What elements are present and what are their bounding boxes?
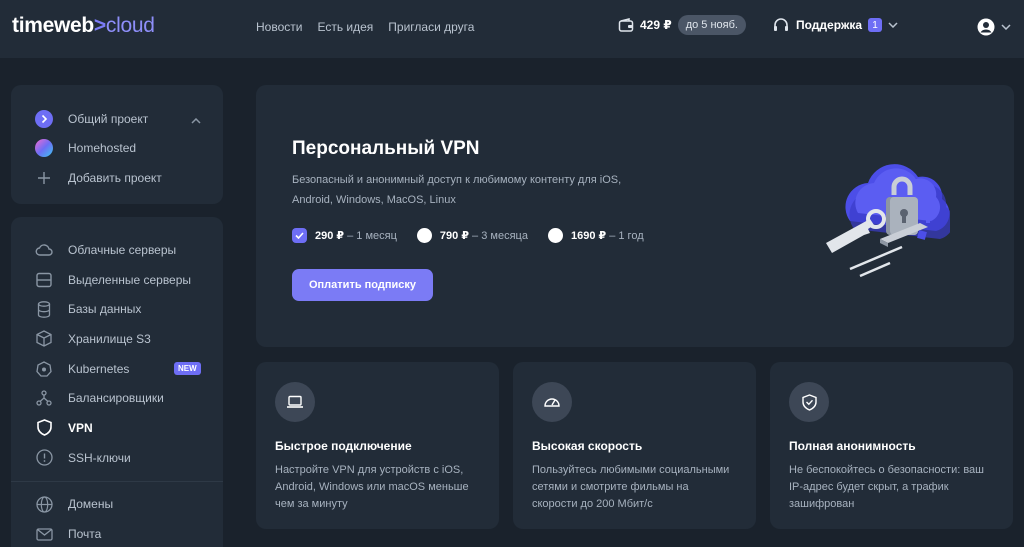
sidebar-item-balancers[interactable]: Балансировщики [11,383,223,413]
chevron-down-icon [1001,24,1011,30]
support-count-badge: 1 [868,18,883,32]
top-bar: timeweb>cloud Новости Есть идея Пригласи… [0,0,1024,58]
logo-cloud: cloud [105,14,155,37]
mail-icon [35,525,53,543]
plan-option-1-month[interactable]: 290 ₽ – 1 месяц [292,228,397,243]
chevron-down-icon [888,22,898,28]
laptop-icon [275,382,315,422]
sidebar-item-databases[interactable]: Базы данных [11,294,223,324]
sidebar-item-label: Kubernetes [68,361,130,376]
project-switcher: Общий проект Homehosted Добавить проект [11,85,223,204]
project-item-general[interactable]: Общий проект [11,104,223,134]
balance-until-badge: до 5 нояб. [677,15,746,35]
shield-check-icon [789,382,829,422]
feature-text: Настройте VPN для устройств с iOS, Andro… [275,464,469,510]
cube-icon [35,330,53,348]
plan-period: – 3 месяца [469,230,528,242]
feature-card-high-speed: Высокая скорость Пользуйтесь любимыми со… [513,362,756,529]
logo-arrow: > [93,14,106,37]
sidebar-item-kubernetes[interactable]: Kubernetes NEW [11,354,223,384]
nav-news-link[interactable]: Новости [256,20,302,34]
sidebar-item-label: Балансировщики [68,391,164,406]
feature-title: Полная анонимность [789,439,916,453]
project-item-homehosted[interactable]: Homehosted [11,134,223,164]
sidebar-item-label: Домены [68,497,114,512]
balance-widget[interactable]: 429 ₽ до 5 нояб. [618,15,746,35]
plus-icon [35,169,53,187]
sidebar-item-cloud-servers[interactable]: Облачные серверы [11,235,223,265]
plan-option-1-year[interactable]: 1690 ₽ – 1 год [547,228,644,243]
cloud-icon [35,241,53,259]
radio-icon[interactable] [547,228,563,243]
sidebar-item-label: Выделенные серверы [68,272,192,287]
support-label: Поддержка [796,18,863,32]
balance-amount: 429 ₽ [640,18,672,32]
sidebar-divider [11,480,223,482]
sidebar-item-label: Базы данных [68,302,142,317]
plan-period: – 1 год [606,230,644,242]
feature-title: Высокая скорость [532,439,643,453]
sidebar-item-storage-s3[interactable]: Хранилище S3 [11,324,223,354]
plan-price: 790 ₽ [439,230,469,242]
plan-period: – 1 месяц [344,230,397,242]
feature-card-fast-connect: Быстрое подключение Настройте VPN для ус… [256,362,499,529]
sidebar-item-domains[interactable]: Домены [11,490,223,520]
plan-option-3-months[interactable]: 790 ₽ – 3 месяца [416,228,528,243]
wallet-icon [618,17,634,33]
globe-icon [35,495,53,513]
sidebar-item-label: SSH-ключи [68,450,131,465]
sidebar-nav: Облачные серверы Выделенные серверы Базы… [11,217,223,547]
top-nav: Новости Есть идея Пригласи друга [256,20,474,34]
feature-text: Пользуйтесь любимыми социальными сетями … [532,464,730,510]
headset-icon [772,17,790,33]
sidebar-item-label: Хранилище S3 [68,331,151,346]
plan-price: 290 ₽ [315,230,345,242]
nav-invite-link[interactable]: Пригласи друга [388,20,474,34]
page-title: Персональный VPN [292,138,480,159]
sidebar-item-vpn[interactable]: VPN [11,413,223,443]
feature-text: Не беспокойтесь о безопасности: ваш IP-а… [789,464,984,510]
nav-idea-link[interactable]: Есть идея [317,20,373,34]
balancer-icon [35,389,53,407]
project-avatar-icon [35,139,53,158]
sidebar-item-label: Почта [68,527,102,542]
user-avatar-icon [977,18,995,36]
project-arrow-icon [35,109,53,128]
key-icon [35,449,53,467]
database-icon [35,300,53,318]
logo-main: timeweb [12,14,94,37]
vpn-hero-card: Персональный VPN Безопасный и анонимный … [256,85,1014,347]
plan-options: 290 ₽ – 1 месяц 790 ₽ – 3 месяца 1690 ₽ … [292,228,644,243]
add-project-button[interactable]: Добавить проект [11,163,223,193]
sidebar-item-mail[interactable]: Почта [11,519,223,547]
radio-icon[interactable] [416,228,432,243]
project-label: Общий проект [68,111,149,126]
project-label: Homehosted [68,141,137,156]
sidebar-item-dedicated-servers[interactable]: Выделенные серверы [11,265,223,295]
project-label: Добавить проект [68,170,162,185]
plan-price: 1690 ₽ [570,230,607,242]
speedometer-icon [532,382,572,422]
hero-description: Безопасный и анонимный доступ к любимому… [292,174,622,206]
shield-icon [35,419,53,437]
user-menu[interactable] [977,18,1011,36]
pay-subscription-button[interactable]: Оплатить подписку [292,269,433,301]
support-menu[interactable]: Поддержка 1 [772,17,898,33]
feature-card-anonymity: Полная анонимность Не беспокойтесь о без… [770,362,1013,529]
new-badge: NEW [174,361,201,375]
checkbox-checked-icon[interactable] [292,228,307,243]
chevron-up-icon[interactable] [191,113,201,127]
sidebar-item-ssh-keys[interactable]: SSH-ключи [11,443,223,473]
feature-title: Быстрое подключение [275,439,412,453]
logo[interactable]: timeweb>cloud [12,14,155,38]
vpn-illustration [820,139,954,304]
sidebar-item-label: VPN [68,420,93,435]
server-icon [35,271,53,289]
kubernetes-icon [35,360,53,378]
sidebar-item-label: Облачные серверы [68,242,177,257]
